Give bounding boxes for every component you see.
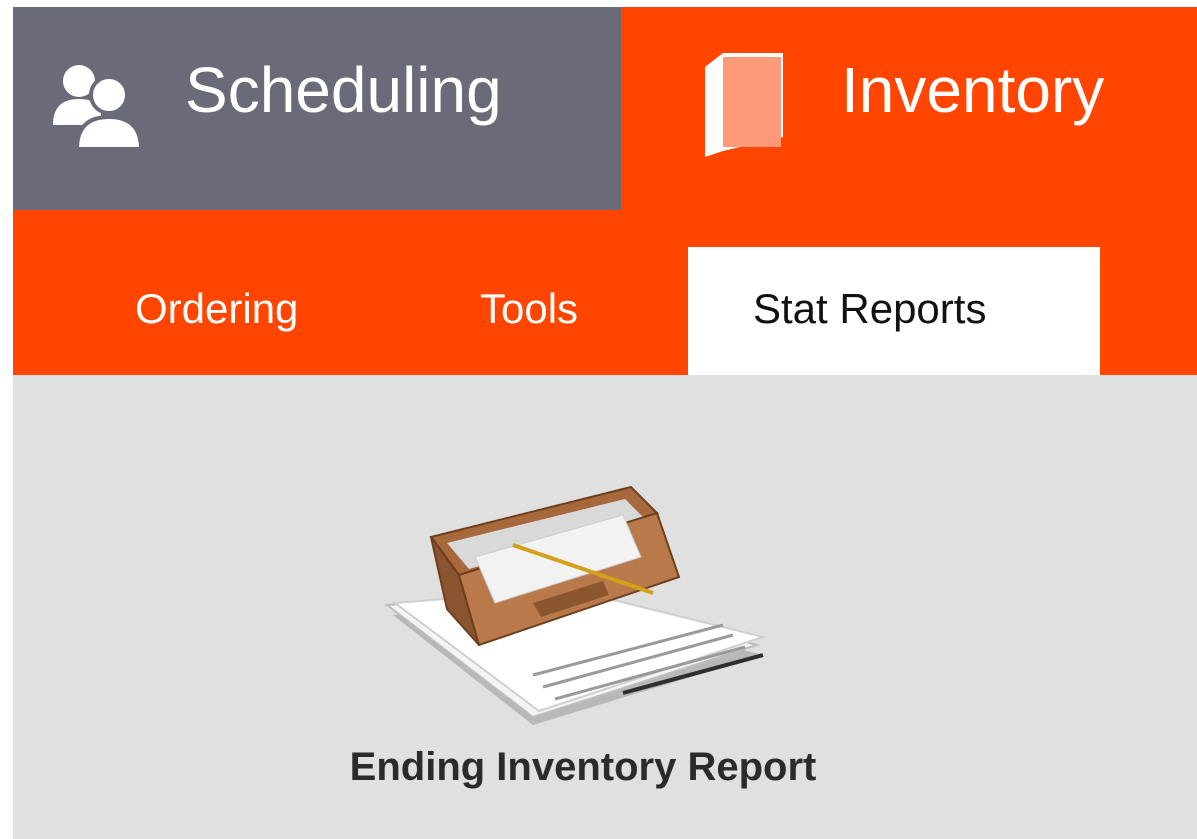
report-ending-inventory-label: Ending Inventory Report xyxy=(349,745,817,789)
tab-scheduling[interactable]: Scheduling xyxy=(13,7,621,210)
subtab-stat-reports-label: Stat Reports xyxy=(753,285,987,332)
inbox-tray-icon xyxy=(383,485,783,725)
reports-panel: Ending Inventory Report xyxy=(13,375,1197,839)
subtab-stat-reports[interactable]: Stat Reports xyxy=(688,247,1100,375)
subtab-ordering-label: Ordering xyxy=(135,285,299,332)
book-icon xyxy=(699,47,789,157)
tab-scheduling-label: Scheduling xyxy=(185,54,502,126)
subtab-tools[interactable]: Tools xyxy=(453,247,633,375)
tab-inventory-label: Inventory xyxy=(841,54,1105,126)
subtab-tools-label: Tools xyxy=(480,285,579,332)
subtab-ordering[interactable]: Ordering xyxy=(113,247,353,375)
app-window: Scheduling Inventory Ordering Tools Stat xyxy=(13,7,1197,839)
tab-inventory[interactable]: Inventory xyxy=(621,7,1197,210)
sub-navigation: Ordering Tools Stat Reports xyxy=(13,210,1197,375)
report-ending-inventory[interactable]: Ending Inventory Report xyxy=(283,485,883,825)
module-tabs: Scheduling Inventory xyxy=(13,7,1197,210)
users-icon xyxy=(39,59,149,151)
